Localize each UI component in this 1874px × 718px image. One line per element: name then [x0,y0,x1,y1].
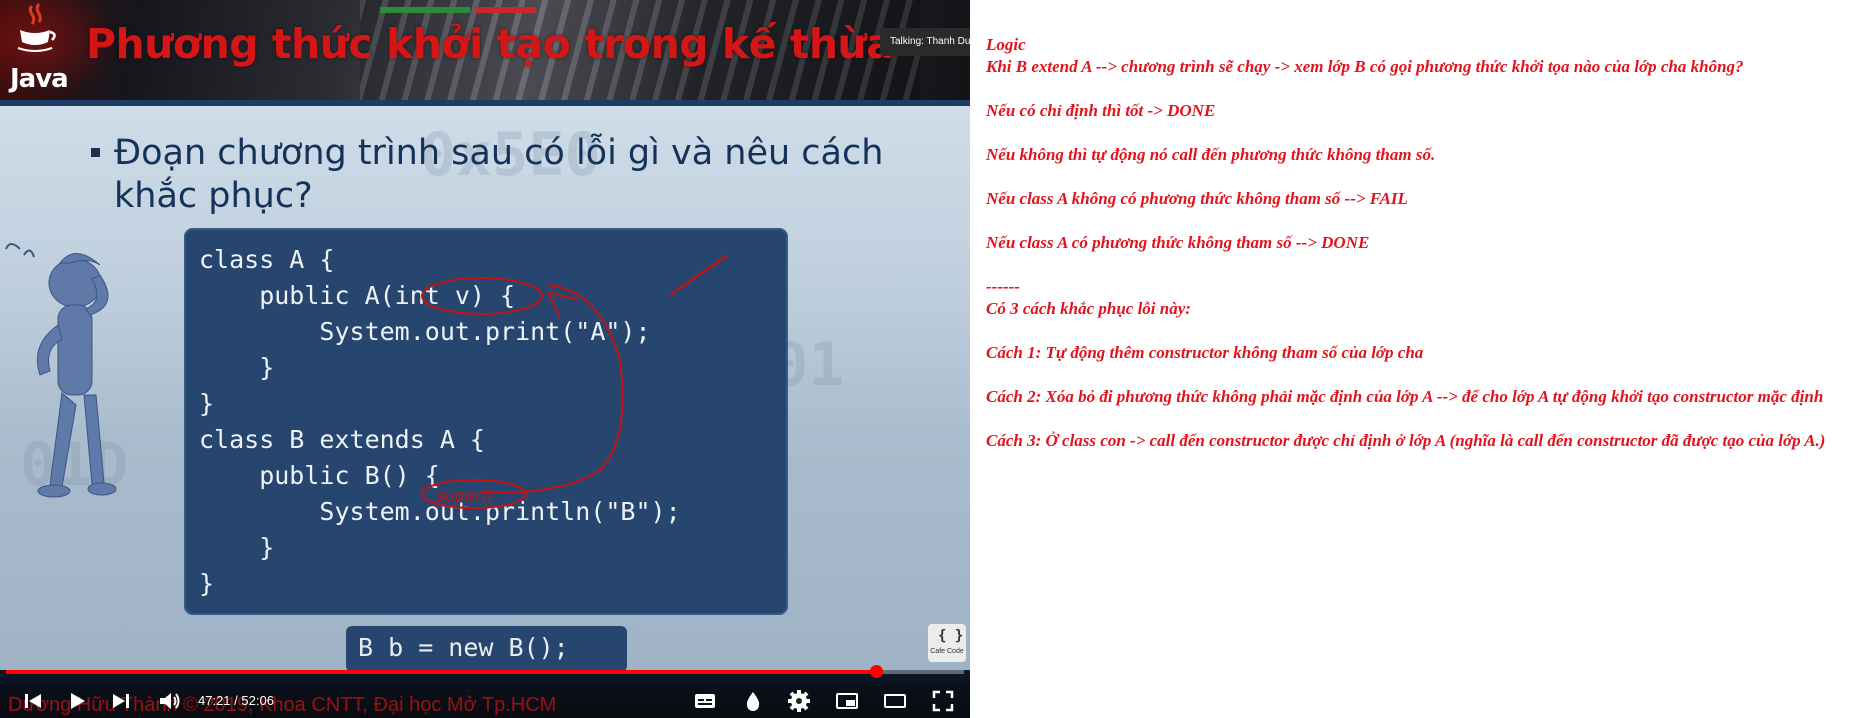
talking-indicator: Talking: Thanh Duon [880,28,970,56]
theater-icon[interactable] [882,688,908,714]
code-line: } [199,569,215,598]
cafe-code-logo: { } Cafe Code [928,624,966,662]
volume-icon[interactable] [156,688,182,714]
droplet-icon[interactable] [740,688,766,714]
notes-fix-intro: Có 3 cách khắc phục lỗi này: [986,299,1191,318]
instantiation-text: B b = new B(); [358,633,569,662]
progress-bar[interactable] [6,665,964,678]
progress-scrubber-handle[interactable] [870,665,884,678]
code-block: class A { public A(int v) { System.out.p… [184,228,788,615]
code-line: } [199,389,215,418]
notes-panel: Logic Khi B extend A --> chương trình sẽ… [986,34,1866,474]
code-line: class B extends A { [199,425,485,454]
fullscreen-icon[interactable] [930,688,956,714]
time-readout: 47:21 / 52:06 [198,690,274,712]
play-icon[interactable] [64,688,90,714]
bullet-marker [91,148,100,157]
skip-back-icon[interactable] [20,688,46,714]
thinking-man-icon [5,243,117,498]
notes-fix-2: Cách 2: Xóa bỏ đi phương thức không phải… [986,387,1824,406]
slide-footer-credit: Dương Hữu Thành © 2019, Khoa CNTT, Đại h… [8,694,557,716]
notes-divider: ------ [986,277,1020,296]
notes-line-2: Nếu có chỉ định thì tốt -> DONE [986,101,1216,120]
miniplayer-icon[interactable] [834,688,860,714]
code-line: public B() { [259,461,440,490]
code-line: System.out.println("B"); [319,497,681,526]
notes-heading: Logic [986,35,1026,54]
slide-banner: Java Phương thức khởi tạo trong kế thừa … [0,0,970,100]
code-text: class A { public A(int v) { System.out.p… [199,242,681,602]
settings-icon[interactable] [786,688,812,714]
subtitles-icon[interactable] [692,688,718,714]
slide-question: Đoạn chương trình sau có lỗi gì và nêu c… [114,133,884,216]
progress-played [6,670,877,674]
notes-line-1: Khi B extend A --> chương trình sẽ chạy … [986,57,1744,76]
meeting-toolbar [380,0,536,18]
time-total: 52:06 [241,693,274,708]
notes-line-5: Nếu class A có phương thức không tham số… [986,233,1370,252]
player-controls: Dương Hữu Thành © 2019, Khoa CNTT, Đại h… [0,665,970,718]
code-line: } [259,533,275,562]
time-separator: / [230,693,242,708]
notes-line-3: Nếu không thì tự động nó call đến phương… [986,145,1436,164]
notes-fix-3: Cách 3: Ở class con -> call đến construc… [986,431,1826,450]
java-logo-icon [17,3,56,52]
code-line: System.out.print("A"); [319,317,651,346]
notes-line-4: Nếu class A không có phương thức không t… [986,189,1408,208]
notes-fix-1: Cách 1: Tự động thêm constructor không t… [986,343,1424,362]
code-line: } [259,353,275,382]
java-logo-text: Java [10,64,69,94]
code-line: public A(int v) { [259,281,516,310]
video-player[interactable]: Java Phương thức khởi tạo trong kế thừa … [0,0,970,718]
instantiation-code: B b = new B(); [346,626,627,672]
skip-next-icon[interactable] [108,688,134,714]
slide-title: Phương thức khởi tạo trong kế thừa [86,20,894,68]
time-current: 47:21 [198,693,231,708]
code-line: class A { [199,245,335,274]
